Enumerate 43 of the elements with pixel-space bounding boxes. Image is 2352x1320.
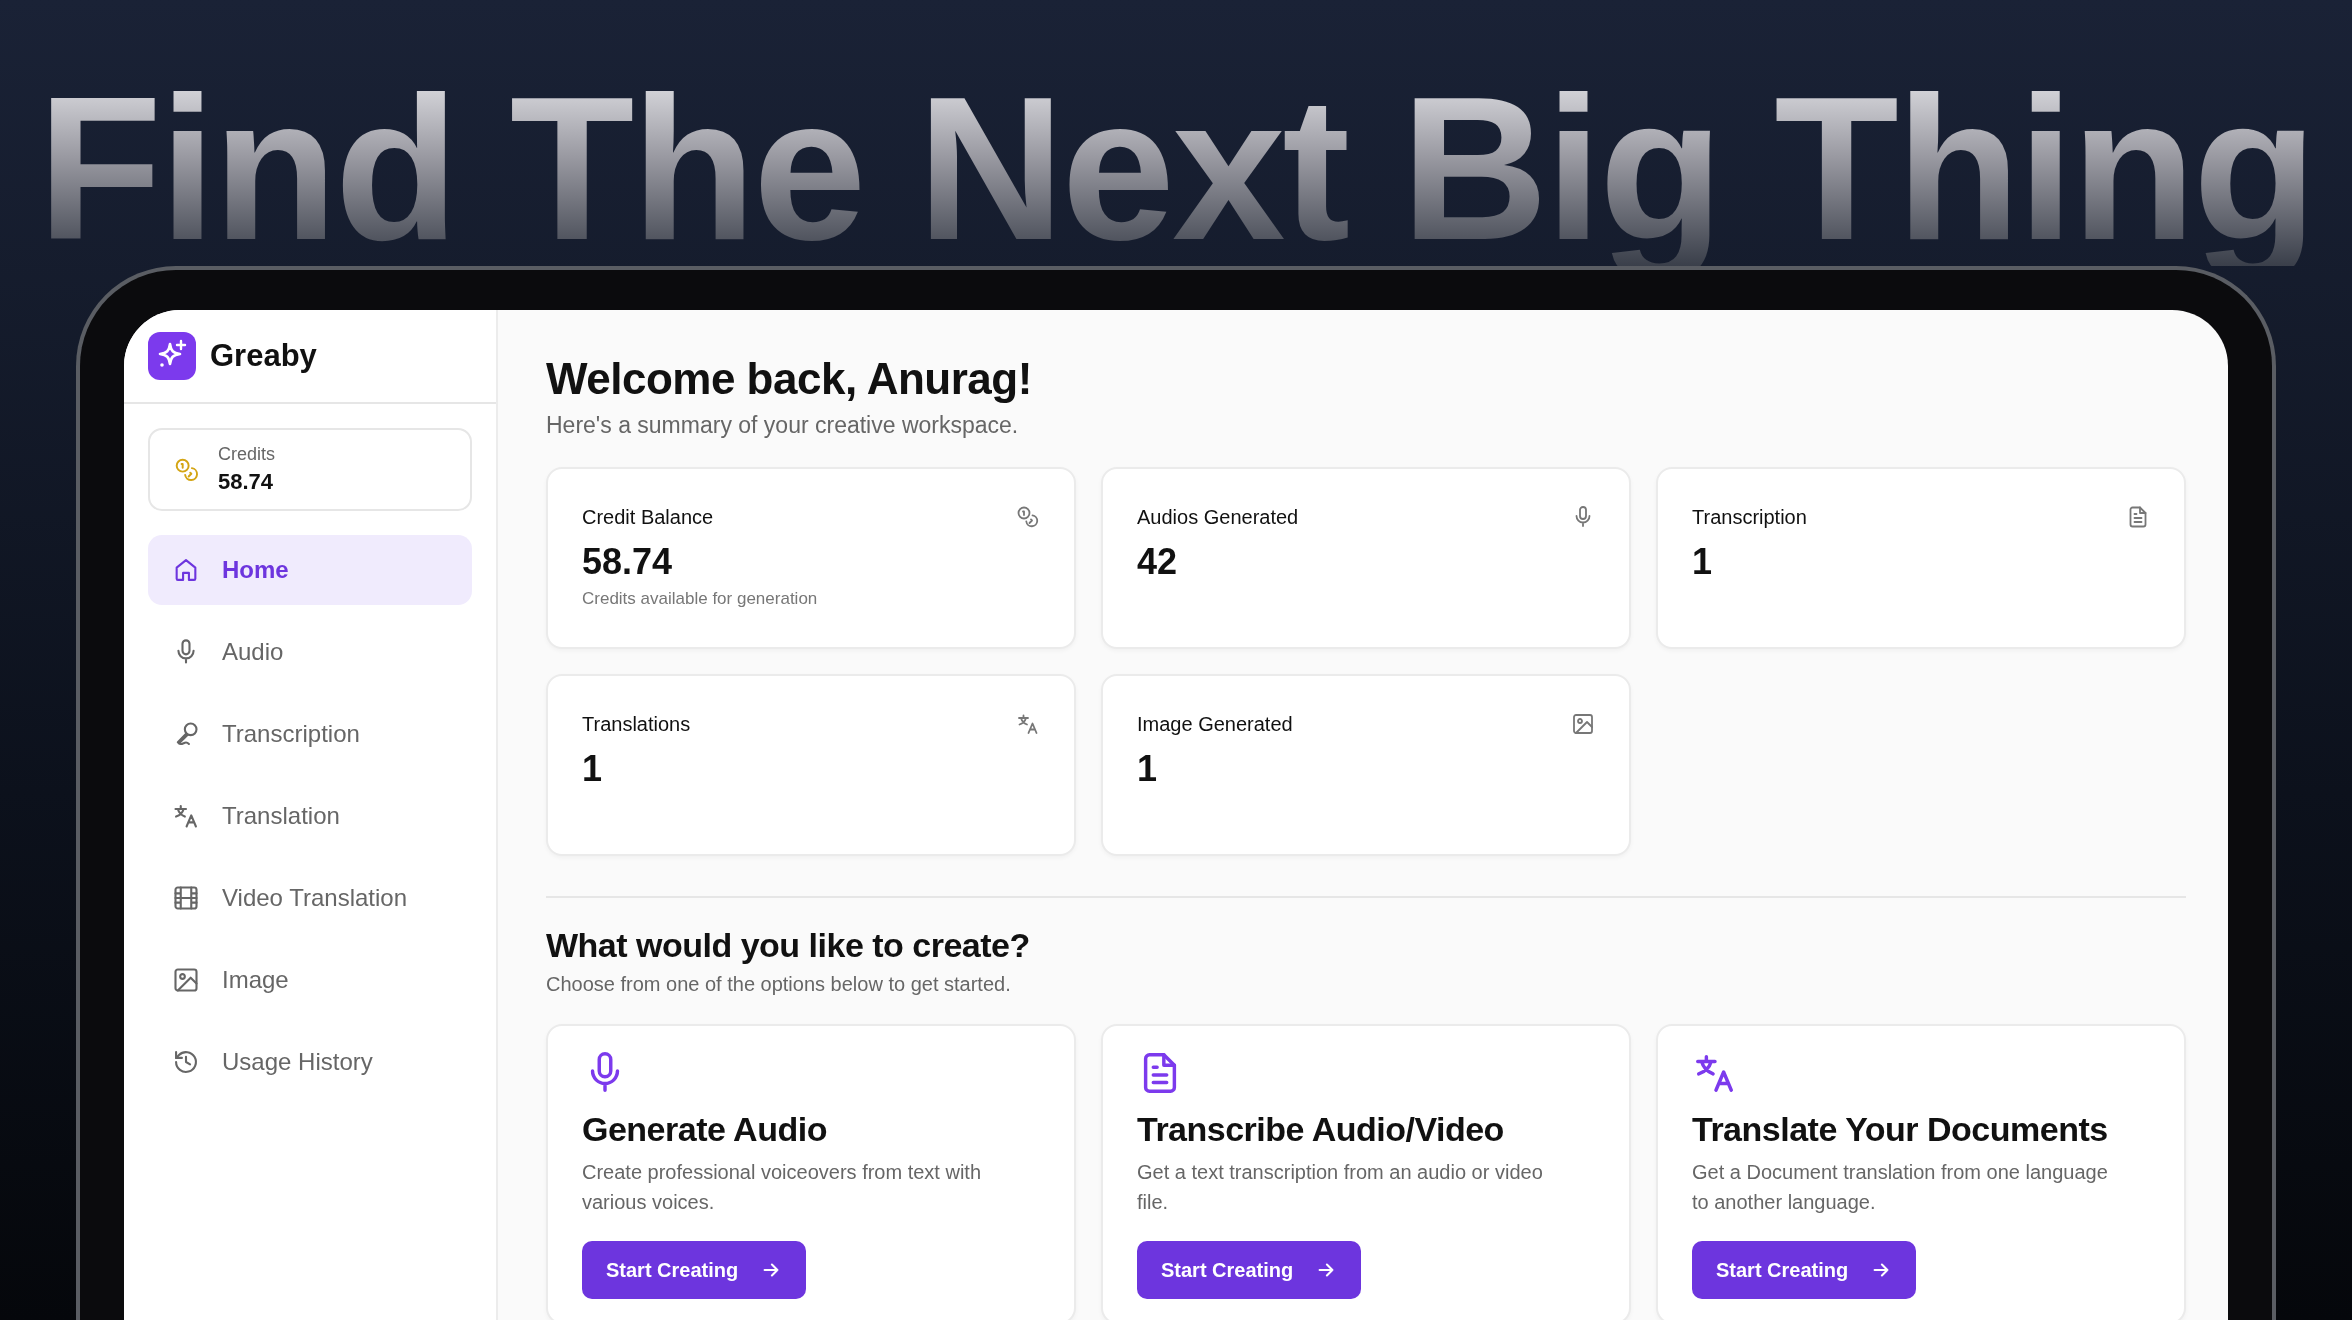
stat-value: 42 — [1137, 541, 1179, 583]
section-title: What would you like to create? — [546, 926, 1031, 965]
nav-item[interactable]: Image — [148, 945, 472, 1015]
coins-icon — [1016, 505, 1040, 529]
option-description: Create professional voiceovers from text with various voices. — [582, 1160, 983, 1215]
option-description: Get a text transcription from an audio or video file. — [1137, 1160, 1544, 1215]
stat-value: 1 — [582, 748, 604, 790]
option-title: Transcribe Audio/Video — [1137, 1110, 1505, 1149]
stat-value: 1 — [1137, 748, 1159, 790]
credits-value: 58.74 — [218, 469, 275, 495]
stat-note: Credits available for generation — [582, 589, 819, 609]
start-creating-button[interactable]: Start Creating — [582, 1241, 807, 1299]
stat-title: Audios Generated — [1137, 505, 1299, 529]
nav-item[interactable]: Audio — [148, 617, 472, 687]
nav-item[interactable]: Translation — [148, 781, 472, 851]
credits-label: Credits — [218, 444, 275, 465]
stat-title: Transcription — [1692, 505, 1807, 529]
history-icon — [172, 1048, 200, 1076]
start-creating-button[interactable]: Start Creating — [1692, 1241, 1917, 1299]
image-icon — [172, 966, 200, 994]
nav-item[interactable]: Usage History — [148, 1027, 472, 1097]
stat-title: Translations — [582, 712, 691, 736]
sparkle-logo-icon — [148, 332, 196, 380]
image-icon — [1571, 712, 1595, 736]
translate-icon — [172, 802, 200, 830]
translate-icon — [1016, 712, 1040, 736]
stat-value: 58.74 — [582, 541, 674, 583]
section-subtitle: Choose from one of the options below to get started. — [546, 973, 1012, 996]
brand-name: Greaby — [210, 338, 317, 374]
stat-title: Image Generated — [1137, 712, 1293, 736]
stat-title: Credit Balance — [582, 505, 714, 529]
nav-item[interactable]: Video Translation — [148, 863, 472, 933]
nav-item[interactable]: Transcription — [148, 699, 472, 769]
welcome-title: Welcome back, Anurag! — [546, 354, 1033, 404]
nav-item[interactable]: Home — [148, 535, 472, 605]
stat-value: 1 — [1692, 541, 1714, 583]
start-creating-button[interactable]: Start Creating — [1137, 1241, 1362, 1299]
film-icon — [172, 884, 200, 912]
welcome-subtitle: Here's a summary of your creative workspace. — [546, 412, 1020, 439]
option-description: Get a Document translation from one language to another language. — [1692, 1160, 2109, 1215]
option-title: Translate Your Documents — [1692, 1110, 2109, 1149]
coins-icon — [174, 456, 200, 483]
option-title: Generate Audio — [582, 1110, 828, 1149]
